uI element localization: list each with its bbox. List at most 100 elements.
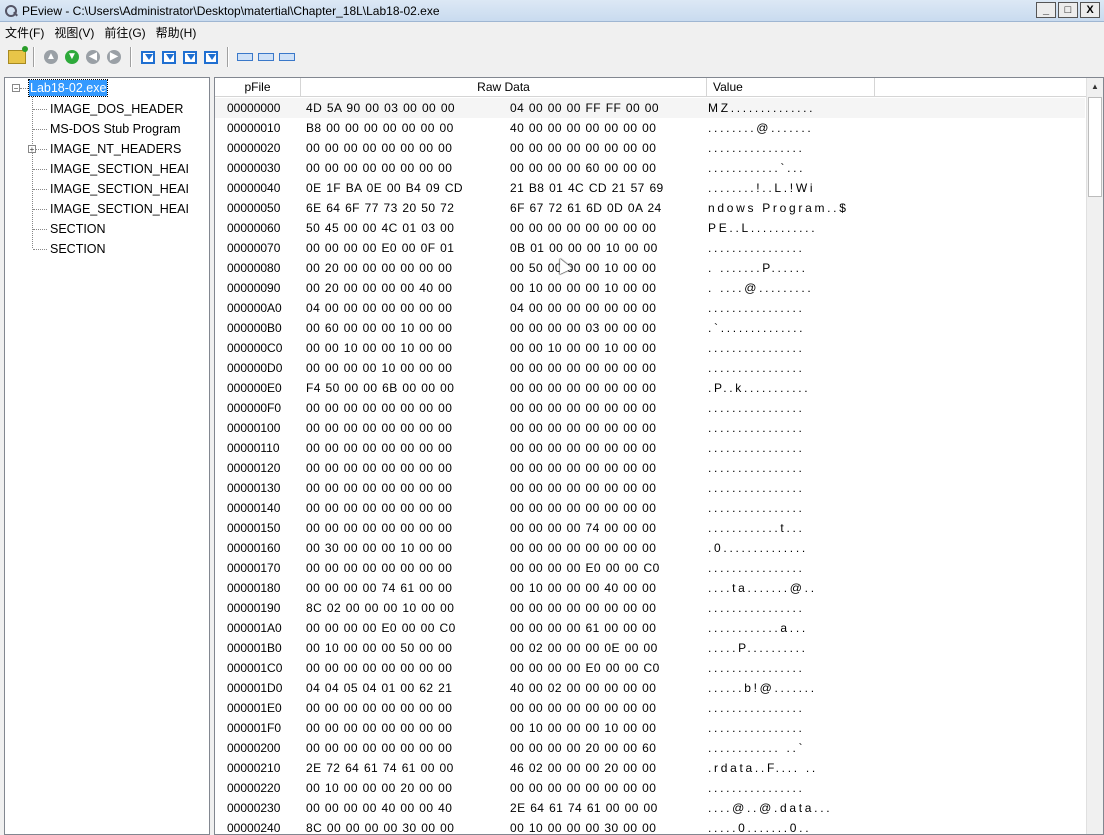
hex-bytes-cell: B8 00 00 00 00 00 00 00 (306, 121, 454, 135)
scroll-up-icon[interactable]: ▲ (1087, 78, 1103, 95)
open-file-button[interactable] (8, 46, 28, 66)
collapse-icon[interactable]: − (12, 84, 20, 93)
hex-row[interactable]: 000000D0 00 00 00 00 10 00 00 00 00 00 00 … (215, 358, 1085, 378)
hex-row[interactable]: 00000130 00 00 00 00 00 00 00 00 00 00 00 … (215, 478, 1085, 498)
hex-row[interactable]: 00000140 00 00 00 00 00 00 00 00 00 00 00 … (215, 498, 1085, 518)
hex-row[interactable]: 00000240 8C 00 00 00 00 30 00 00 00 10 00 … (215, 818, 1085, 834)
hex-row[interactable]: 00000070 00 00 00 00 E0 00 0F 01 0B 01 00 … (215, 238, 1085, 258)
column-header-raw-data[interactable]: Raw Data (301, 78, 707, 97)
hex-offset-cell: 000000B0 (227, 321, 282, 335)
view-sections-button[interactable] (278, 48, 296, 66)
hex-row[interactable]: 00000040 0E 1F BA 0E 00 B4 09 CD 21 B8 01 … (215, 178, 1085, 198)
hex-bytes-cell: 00 10 00 00 00 50 00 00 (306, 641, 453, 655)
hex-row[interactable]: 00000120 00 00 00 00 00 00 00 00 00 00 00 … (215, 458, 1085, 478)
hex-bytes-cell: 00 00 10 00 00 10 00 00 (306, 341, 453, 355)
hex-row[interactable]: 00000170 00 00 00 00 00 00 00 00 00 00 00 … (215, 558, 1085, 578)
hex-row[interactable]: 000001A0 00 00 00 00 E0 00 00 C0 00 00 00 … (215, 618, 1085, 638)
hex-row[interactable]: 00000230 00 00 00 00 40 00 00 40 2E 64 61 … (215, 798, 1085, 818)
hex-bytes-cell: 00 00 00 00 00 00 00 00 (510, 421, 657, 435)
right-arrow-icon: ▶ (107, 50, 121, 64)
hex-row[interactable]: 000001F0 00 00 00 00 00 00 00 00 00 10 00 … (215, 718, 1085, 738)
tree-connector (36, 149, 47, 150)
hex-view[interactable]: pFile Raw Data Value 00000000 4D 5A 90 00… (214, 77, 1104, 835)
scrollbar-thumb[interactable] (1088, 97, 1102, 197)
tree-root-file[interactable]: Lab18-02.exe (27, 79, 109, 97)
hex-row[interactable]: 00000010 B8 00 00 00 00 00 00 00 40 00 00 … (215, 118, 1085, 138)
hex-row[interactable]: 000000F0 00 00 00 00 00 00 00 00 00 00 00 … (215, 398, 1085, 418)
structure-tree[interactable]: − Lab18-02.exe IMAGE_DOS_HEADER MS-DOS S… (4, 77, 210, 835)
hex-offset-cell: 00000110 (227, 441, 280, 455)
vertical-scrollbar[interactable]: ▲ (1086, 78, 1103, 834)
hex-row[interactable]: 00000200 00 00 00 00 00 00 00 00 00 00 00 … (215, 738, 1085, 758)
hex-row[interactable]: 000000C0 00 00 10 00 00 10 00 00 00 00 10 … (215, 338, 1085, 358)
hex-offset-cell: 000001A0 (227, 621, 282, 635)
menu-file[interactable]: 文件(F) (0, 24, 49, 41)
hex-row[interactable]: 000001C0 00 00 00 00 00 00 00 00 00 00 00 … (215, 658, 1085, 678)
close-button[interactable]: X (1080, 2, 1100, 18)
hex-row[interactable]: 00000100 00 00 00 00 00 00 00 00 00 00 00 … (215, 418, 1085, 438)
hex-offset-cell: 00000180 (227, 581, 281, 595)
hex-bytes-cell: 00 00 00 00 00 00 00 00 (510, 361, 657, 375)
hex-row[interactable]: 000000B0 00 60 00 00 00 10 00 00 00 00 00 … (215, 318, 1085, 338)
forward-button[interactable]: ▼ (63, 48, 81, 66)
hex-row[interactable]: 00000080 00 20 00 00 00 00 00 00 00 50 00 … (215, 258, 1085, 278)
view-hex-button[interactable] (236, 48, 254, 66)
next-button[interactable]: ▶ (105, 48, 123, 66)
hex-row[interactable]: 000000A0 04 00 00 00 00 00 00 00 04 00 00 … (215, 298, 1085, 318)
menu-go[interactable]: 前往(G) (99, 24, 150, 41)
tree-connector (33, 209, 47, 210)
menu-help[interactable]: 帮助(H) (151, 24, 202, 41)
hex-row[interactable]: 00000030 00 00 00 00 00 00 00 00 00 00 00 … (215, 158, 1085, 178)
tree-item-section-header[interactable]: IMAGE_SECTION_HEAI (49, 201, 190, 217)
hex-bytes-cell: 00 00 00 00 00 00 00 00 (306, 461, 453, 475)
hex-bytes-cell: 00 20 00 00 00 00 40 00 (306, 281, 453, 295)
tree-item-section-header[interactable]: IMAGE_SECTION_HEAI (49, 161, 190, 177)
hex-row[interactable]: 00000090 00 20 00 00 00 00 40 00 00 10 00 … (215, 278, 1085, 298)
menu-view[interactable]: 视图(V) (49, 24, 99, 41)
window-controls: _ □ X (1036, 2, 1100, 18)
tree-item-nt-headers[interactable]: IMAGE_NT_HEADERS (49, 141, 182, 157)
column-header-pfile[interactable]: pFile (215, 78, 301, 97)
hex-row[interactable]: 000001E0 00 00 00 00 00 00 00 00 00 00 00 … (215, 698, 1085, 718)
hex-ascii-cell: ....ta.......@.. (708, 581, 817, 595)
hex-bytes-cell: 00 00 00 00 00 00 00 00 (306, 721, 453, 735)
hex-row[interactable]: 00000020 00 00 00 00 00 00 00 00 00 00 00 … (215, 138, 1085, 158)
hex-ascii-cell: ............a... (708, 621, 808, 635)
back-button[interactable]: ▲ (42, 48, 60, 66)
column-header-value[interactable]: Value (707, 78, 875, 97)
view-byte-button[interactable] (139, 48, 157, 66)
hex-row[interactable]: 00000150 00 00 00 00 00 00 00 00 00 00 00 … (215, 518, 1085, 538)
tree-connector (33, 169, 47, 170)
hex-row[interactable]: 00000110 00 00 00 00 00 00 00 00 00 00 00 … (215, 438, 1085, 458)
expand-icon[interactable]: + (28, 145, 36, 154)
tree-item-section[interactable]: SECTION (49, 221, 107, 237)
view-word-button[interactable] (160, 48, 178, 66)
hex-row[interactable]: 00000180 00 00 00 00 74 61 00 00 00 10 00 … (215, 578, 1085, 598)
view-dword-button[interactable] (181, 48, 199, 66)
hex-row[interactable]: 00000160 00 30 00 00 00 10 00 00 00 00 00 … (215, 538, 1085, 558)
hex-row[interactable]: 00000210 2E 72 64 61 74 61 00 00 46 02 00 … (215, 758, 1085, 778)
tree-item-section-header[interactable]: IMAGE_SECTION_HEAI (49, 181, 190, 197)
tree-item-dos-stub[interactable]: MS-DOS Stub Program (49, 121, 182, 137)
hex-row[interactable]: 00000050 6E 64 6F 77 73 20 50 72 6F 67 72 … (215, 198, 1085, 218)
minimize-button[interactable]: _ (1036, 2, 1056, 18)
hex-row[interactable]: 000001D0 04 04 05 04 01 00 62 21 40 00 02 … (215, 678, 1085, 698)
view-sections-icon (279, 53, 295, 61)
hex-row[interactable]: 00000000 4D 5A 90 00 03 00 00 00 04 00 00 … (215, 98, 1085, 118)
maximize-button[interactable]: □ (1058, 2, 1078, 18)
hex-row[interactable]: 000000E0 F4 50 00 00 6B 00 00 00 00 00 00 … (215, 378, 1085, 398)
hex-row[interactable]: 00000060 50 45 00 00 4C 01 03 00 00 00 00 … (215, 218, 1085, 238)
tree-item-section[interactable]: SECTION (49, 241, 107, 257)
view-address-button[interactable] (202, 48, 220, 66)
hex-offset-cell: 000001D0 (227, 681, 283, 695)
hex-bytes-cell: 00 00 00 00 74 00 00 00 (510, 521, 657, 535)
hex-ascii-cell: ................ (708, 461, 805, 475)
hex-ascii-cell: ............`... (708, 161, 806, 175)
hex-offset-cell: 00000160 (227, 541, 281, 555)
hex-row[interactable]: 000001B0 00 10 00 00 00 50 00 00 00 02 00 … (215, 638, 1085, 658)
previous-button[interactable]: ◀ (84, 48, 102, 66)
hex-row[interactable]: 00000190 8C 02 00 00 00 10 00 00 00 00 00 … (215, 598, 1085, 618)
view-ascii-button[interactable] (257, 48, 275, 66)
tree-item-dos-header[interactable]: IMAGE_DOS_HEADER (49, 101, 184, 117)
hex-row[interactable]: 00000220 00 10 00 00 00 20 00 00 00 00 00 … (215, 778, 1085, 798)
